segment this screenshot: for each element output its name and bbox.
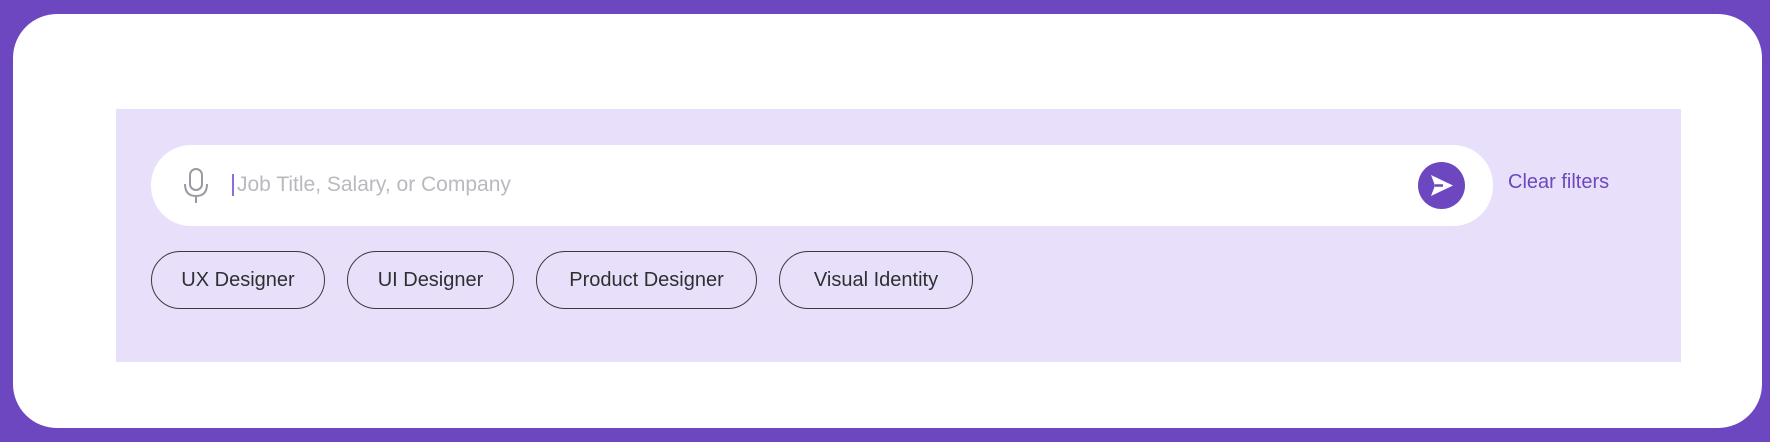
microphone-icon[interactable] xyxy=(181,167,211,205)
search-panel: Clear filters UX Designer UI Designer Pr… xyxy=(116,109,1681,362)
search-input[interactable] xyxy=(237,167,1337,203)
send-button[interactable] xyxy=(1418,162,1465,209)
search-card: Clear filters UX Designer UI Designer Pr… xyxy=(13,14,1762,428)
search-bar xyxy=(151,145,1493,226)
chip-visual-identity[interactable]: Visual Identity xyxy=(779,251,973,309)
chip-product-designer[interactable]: Product Designer xyxy=(536,251,757,309)
text-cursor xyxy=(232,174,234,196)
chip-ux-designer[interactable]: UX Designer xyxy=(151,251,325,309)
clear-filters-link[interactable]: Clear filters xyxy=(1508,171,1609,194)
send-arrow-icon xyxy=(1431,175,1453,196)
chip-ui-designer[interactable]: UI Designer xyxy=(347,251,514,309)
